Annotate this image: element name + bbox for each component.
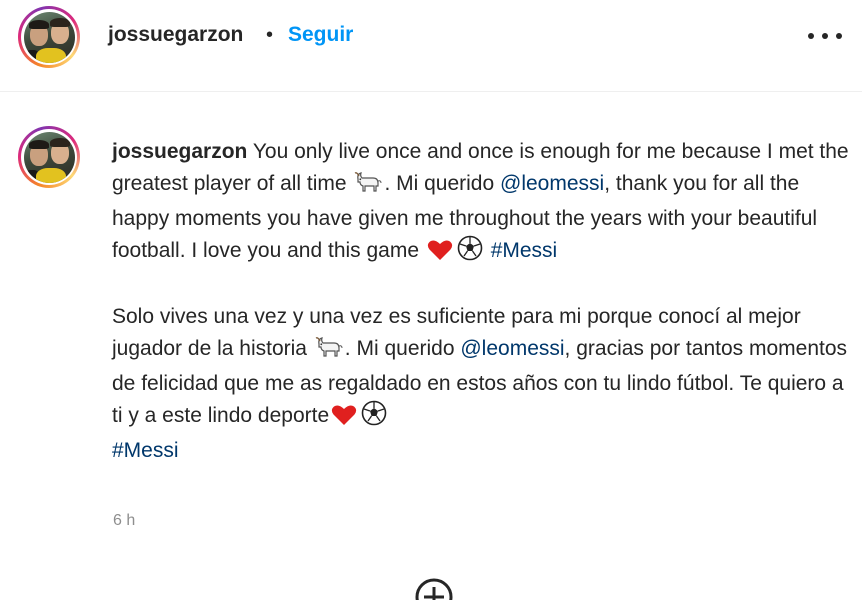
profile-avatar[interactable] <box>18 6 80 68</box>
header-separator: • <box>266 24 274 46</box>
mention-link[interactable]: @leomessi <box>460 337 564 360</box>
hashtag-link[interactable]: #Messi <box>491 239 558 262</box>
hashtag-link[interactable]: #Messi <box>112 439 179 462</box>
instagram-post-panel: jossuegarzon • Seguir jossuegarzon You o… <box>0 0 862 600</box>
more-options-icon[interactable] <box>808 26 842 46</box>
soccer-ball-icon <box>361 400 387 436</box>
caption-avatar[interactable] <box>18 126 80 188</box>
mention-link[interactable]: @leomessi <box>500 172 604 195</box>
red-heart-icon <box>427 239 453 271</box>
plus-circle-icon[interactable] <box>414 577 454 600</box>
caption-paragraph-spanish: Solo vives una vez y una vez es suficien… <box>112 301 854 467</box>
avatar-photo <box>23 131 75 183</box>
soccer-ball-icon <box>457 235 483 271</box>
caption-paragraph-english: jossuegarzon You only live once and once… <box>112 136 854 270</box>
caption-text-segment: . Mi querido <box>344 336 461 360</box>
caption-username[interactable]: jossuegarzon <box>112 140 247 163</box>
red-heart-icon <box>331 404 357 436</box>
follow-button[interactable]: Seguir <box>288 22 353 48</box>
avatar-photo <box>23 11 75 63</box>
caption-text: jossuegarzon You only live once and once… <box>112 136 854 467</box>
caption-text-segment: . Mi querido <box>384 171 501 195</box>
goat-icon <box>354 170 382 204</box>
goat-icon <box>315 335 343 369</box>
post-header: jossuegarzon • Seguir <box>0 0 862 92</box>
header-username[interactable]: jossuegarzon <box>108 22 243 48</box>
post-timestamp[interactable]: 6 h <box>113 510 135 532</box>
